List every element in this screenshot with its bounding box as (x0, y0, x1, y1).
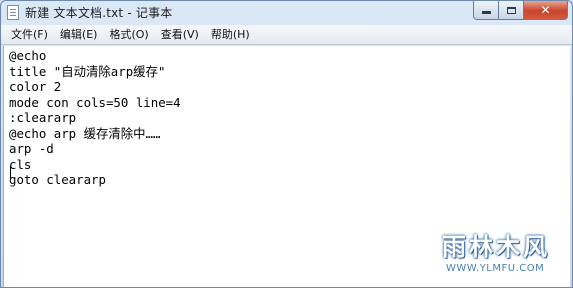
site-watermark: 雨林木风 WWW.YLMFU.COM (438, 227, 569, 281)
caption-buttons: ✕ (473, 1, 568, 20)
editor-content: @echo title "自动清除arp缓存" color 2 mode con… (9, 48, 181, 188)
watermark-logo-text: 雨林木风 (442, 233, 550, 261)
notepad-icon[interactable] (7, 5, 19, 20)
menu-bar: 文件(F) 编辑(E) 格式(O) 查看(V) 帮助(H) (1, 25, 572, 45)
watermark-url: WWW.YLMFU.COM (446, 263, 545, 274)
minimize-icon (481, 11, 491, 14)
minimize-button[interactable] (473, 1, 499, 20)
text-line: :cleararp (9, 110, 77, 125)
text-line: @echo arp 缓存清除中…… (9, 125, 161, 141)
window-title: 新建 文本文档.txt - 记事本 (25, 6, 173, 20)
text-line: arp -d (9, 141, 54, 156)
menu-file[interactable]: 文件(F) (5, 26, 54, 44)
menu-help[interactable]: 帮助(H) (205, 26, 256, 44)
close-button[interactable]: ✕ (524, 1, 568, 20)
text-line: mode con cols=50 line=4 (9, 94, 181, 110)
text-caret (10, 166, 11, 180)
menu-view[interactable]: 查看(V) (155, 26, 205, 44)
menu-edit[interactable]: 编辑(E) (54, 26, 104, 44)
text-line: color 2 (9, 79, 62, 94)
text-line: @echo (9, 48, 47, 63)
maximize-icon (506, 6, 516, 14)
title-bar[interactable]: 新建 文本文档.txt - 记事本 ✕ (1, 1, 572, 25)
text-line: cls (9, 156, 32, 172)
close-icon: ✕ (540, 3, 551, 17)
text-line: title "自动清除arp缓存" (9, 63, 166, 79)
maximize-button[interactable] (499, 1, 524, 20)
text-line: goto cleararp (9, 172, 106, 187)
notepad-window: 新建 文本文档.txt - 记事本 ✕ 文件(F) 编辑(E) 格式(O) 查看… (0, 0, 573, 288)
menu-format[interactable]: 格式(O) (103, 26, 154, 44)
